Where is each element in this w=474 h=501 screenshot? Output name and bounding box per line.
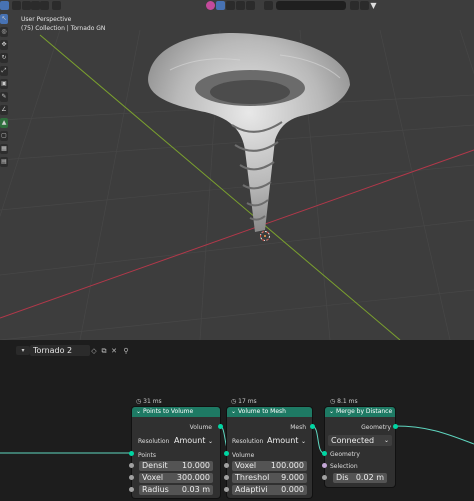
- camera-icon[interactable]: ▢: [0, 131, 8, 141]
- resolution-dropdown[interactable]: Amount ⌄: [267, 435, 306, 446]
- node-timing: ◷ 31 ms: [136, 398, 162, 405]
- input-socket-radius[interactable]: [129, 487, 134, 492]
- output-socket-geometry[interactable]: [393, 424, 398, 429]
- chevron-down-icon: ⌄: [383, 437, 389, 444]
- input-socket-density[interactable]: [129, 463, 134, 468]
- layers-icon[interactable]: [360, 1, 369, 10]
- pin-icon[interactable]: ⚲: [122, 347, 130, 355]
- socket-label-selection: Selection: [330, 463, 358, 470]
- shading-solid-icon[interactable]: [216, 1, 225, 10]
- editor-type-icon[interactable]: [0, 1, 9, 10]
- tool-shelf: ↖ ◎ ✥ ↻ ⤢ ▣ ✎ ∠ ▲ ▢ ▦ ▤: [0, 11, 9, 221]
- 3d-cursor-icon: [260, 231, 270, 241]
- node-title: ⌄ Merge by Distance: [325, 407, 395, 417]
- input-socket-adaptivity[interactable]: [224, 487, 229, 492]
- chevron-down-icon: ⌄: [300, 438, 307, 445]
- node-merge-by-distance[interactable]: ⌄ Merge by Distance Geometry Connected ⌄ G…: [325, 407, 395, 487]
- editor-type-icon[interactable]: ▾: [16, 346, 30, 355]
- distance-field[interactable]: Dis 0.02 m: [333, 473, 387, 483]
- link-mesh: [311, 425, 325, 454]
- overlay-color-icon[interactable]: [206, 1, 215, 10]
- socket-label-volume: Volume: [232, 452, 255, 459]
- viewport-overlay: User Perspective (75) Collection | Torna…: [21, 15, 105, 33]
- filter-icon[interactable]: ▼: [369, 1, 378, 10]
- adaptivity-field[interactable]: Adaptivi 0.000: [232, 485, 307, 495]
- socket-label-mesh: Mesh: [290, 424, 306, 431]
- transform-icon[interactable]: ▣: [0, 79, 8, 89]
- radius-field[interactable]: Radius 0.03 m: [139, 485, 213, 495]
- node-timing: ◷ 17 ms: [231, 398, 257, 405]
- threshold-field[interactable]: Threshol 9.000: [232, 473, 307, 483]
- node-tree-name-field[interactable]: Tornado 2: [30, 345, 90, 356]
- annotate-icon[interactable]: ✎: [0, 92, 8, 102]
- shading-material-icon[interactable]: [226, 1, 235, 10]
- socket-label-geometry-in: Geometry: [330, 451, 360, 458]
- input-socket-volume[interactable]: [224, 451, 229, 456]
- collection-icon[interactable]: [350, 1, 359, 10]
- node-editor[interactable]: ▾ Tornado 2 ◇ ⧉ ✕ ⚲ ◷ 31 ms ⌄ Points to V…: [0, 340, 474, 501]
- viewport-header: ▼: [0, 0, 474, 12]
- output-socket-volume[interactable]: [218, 424, 223, 429]
- socket-label-geometry-out: Geometry: [361, 424, 391, 431]
- output-socket-mesh[interactable]: [310, 424, 315, 429]
- input-socket-voxel[interactable]: [129, 475, 134, 480]
- copy-icon[interactable]: ⧉: [100, 347, 108, 355]
- resolution-dropdown[interactable]: Amount ⌄: [174, 435, 213, 446]
- select-mode-3-icon[interactable]: [40, 1, 49, 10]
- gizmo-icon[interactable]: [52, 1, 61, 10]
- node-title: ⌄ Points to Volume: [132, 407, 220, 417]
- voxel-amount-field[interactable]: Voxel 100.000: [232, 461, 307, 471]
- grid-icon[interactable]: ▦: [0, 144, 8, 154]
- 3d-viewport[interactable]: ▼ User Perspective (75) Collection | Tor…: [0, 0, 474, 340]
- select-mode-2-icon[interactable]: [31, 1, 40, 10]
- node-timing: ◷ 8.1 ms: [330, 398, 358, 405]
- input-socket-points[interactable]: [129, 451, 134, 456]
- x-axis-line: [0, 149, 474, 319]
- shading-rendered-icon[interactable]: [236, 1, 245, 10]
- input-socket-threshold[interactable]: [224, 475, 229, 480]
- view-name-label: User Perspective: [21, 16, 72, 23]
- add-cube-icon[interactable]: ▲: [0, 118, 8, 128]
- socket-label-volume: Volume: [189, 424, 212, 431]
- close-icon[interactable]: ✕: [110, 347, 118, 355]
- socket-label-points: Points: [138, 452, 157, 459]
- scale-icon[interactable]: ⤢: [0, 66, 8, 76]
- resolution-label: Resolution: [232, 438, 264, 445]
- node-editor-header: ▾ Tornado 2 ◇ ⧉ ✕ ⚲: [0, 342, 474, 357]
- viewport-grid: [0, 29, 474, 340]
- select-mode-icon[interactable]: [22, 1, 31, 10]
- search-input[interactable]: [276, 1, 346, 10]
- cursor-icon[interactable]: ↖: [0, 14, 8, 24]
- shading-options-icon[interactable]: [246, 1, 255, 10]
- tornado-mesh: [148, 33, 350, 232]
- box-icon[interactable]: ▤: [0, 157, 8, 167]
- node-title: ⌄ Volume to Mesh: [227, 407, 312, 417]
- input-socket-distance[interactable]: [322, 475, 327, 480]
- input-socket-voxel[interactable]: [224, 463, 229, 468]
- input-socket-geometry[interactable]: [322, 451, 327, 456]
- shield-icon[interactable]: ◇: [90, 347, 98, 355]
- visibility-icon[interactable]: [264, 1, 273, 10]
- mode-dropdown[interactable]: Connected ⌄: [328, 435, 392, 446]
- rotate-icon[interactable]: ↻: [0, 53, 8, 63]
- density-field[interactable]: Densit 10.000: [139, 461, 213, 471]
- select-box-icon[interactable]: ◎: [0, 27, 8, 37]
- node-volume-to-mesh[interactable]: ⌄ Volume to Mesh Mesh Resolution Amount ⌄…: [227, 407, 312, 498]
- input-socket-selection[interactable]: [322, 463, 327, 468]
- node-points-to-volume[interactable]: ⌄ Points to Volume Volume Resolution Amou…: [132, 407, 220, 498]
- voxel-amount-field[interactable]: Voxel 300.000: [139, 473, 213, 483]
- link-output-geometry: [394, 425, 474, 445]
- mode-select-icon[interactable]: [12, 1, 21, 10]
- move-icon[interactable]: ✥: [0, 40, 8, 50]
- collection-label: (75) Collection | Tornado GN: [21, 25, 106, 32]
- measure-icon[interactable]: ∠: [0, 105, 8, 115]
- resolution-label: Resolution: [138, 438, 170, 445]
- chevron-down-icon: ⌄: [207, 438, 214, 445]
